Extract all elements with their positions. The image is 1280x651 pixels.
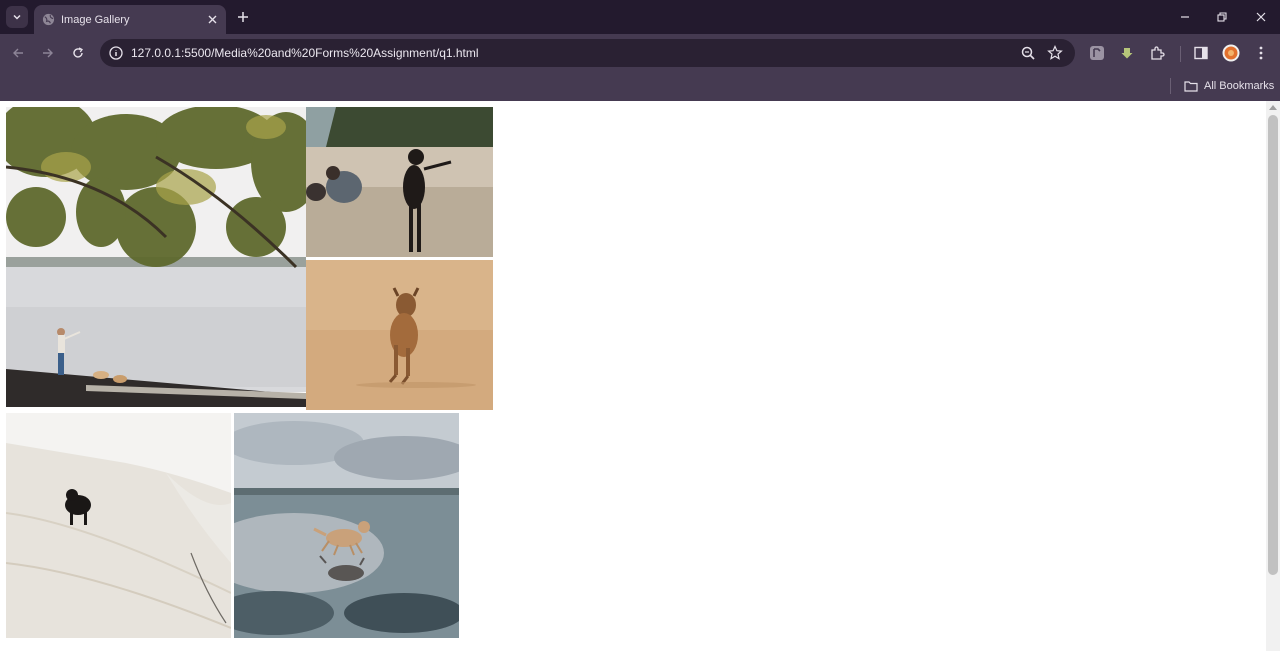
- side-panel-button[interactable]: [1192, 44, 1210, 62]
- close-window-button[interactable]: [1252, 8, 1270, 26]
- new-tab-button[interactable]: [234, 8, 252, 26]
- reflection-dog-photo: [234, 413, 459, 638]
- minimize-icon: [1181, 16, 1189, 18]
- running-brown-dog-photo: [306, 260, 493, 410]
- zoom-icon[interactable]: [1020, 45, 1036, 61]
- extension-app-icon: [1090, 46, 1104, 60]
- beach-black-dog-photo: [306, 107, 493, 257]
- scroll-up-arrow-icon[interactable]: [1269, 105, 1277, 110]
- tab-title: Image Gallery: [61, 13, 130, 26]
- extension-button[interactable]: [1088, 44, 1106, 62]
- tab-search-button[interactable]: [6, 6, 28, 28]
- folder-icon: [1184, 81, 1198, 92]
- kebab-menu-icon: [1259, 46, 1263, 60]
- arrow-left-icon: [13, 48, 23, 58]
- menu-button[interactable]: [1252, 44, 1270, 62]
- avatar-icon: [1222, 44, 1240, 62]
- download-icon: [1121, 48, 1133, 59]
- chevron-down-icon: [13, 14, 21, 20]
- bookmarks-bar: All Bookmarks: [0, 72, 1280, 101]
- restore-icon: [1217, 12, 1227, 22]
- black-dog-sand-photo: [6, 413, 231, 638]
- plus-icon: [238, 12, 248, 22]
- forward-button[interactable]: [38, 43, 58, 63]
- profile-button[interactable]: [1222, 44, 1240, 62]
- bookmarks-divider: [1170, 78, 1171, 94]
- url-text[interactable]: 127.0.0.1:5500/Media%20and%20Forms%20Ass…: [131, 46, 479, 60]
- tree-shore-photo: [6, 107, 306, 407]
- address-bar[interactable]: 127.0.0.1:5500/Media%20and%20Forms%20Ass…: [100, 39, 1075, 67]
- download-button[interactable]: [1118, 44, 1136, 62]
- close-icon: [1256, 12, 1266, 22]
- scroll-thumb[interactable]: [1268, 115, 1278, 575]
- all-bookmarks-button[interactable]: All Bookmarks: [1184, 77, 1274, 95]
- back-button[interactable]: [8, 43, 28, 63]
- globe-icon: [42, 13, 55, 26]
- all-bookmarks-label: All Bookmarks: [1204, 80, 1275, 92]
- page-viewport: [0, 101, 1280, 651]
- page-scrollbar[interactable]: [1266, 101, 1280, 651]
- puzzle-icon: [1151, 46, 1165, 60]
- extensions-button[interactable]: [1148, 44, 1166, 62]
- bookmark-star-icon[interactable]: [1047, 45, 1063, 61]
- minimize-button[interactable]: [1176, 8, 1194, 26]
- reload-icon: [73, 47, 83, 58]
- close-icon: [208, 15, 216, 24]
- active-tab[interactable]: Image Gallery: [34, 5, 226, 34]
- arrow-right-icon: [43, 48, 53, 58]
- info-icon[interactable]: [108, 45, 124, 61]
- toolbar-divider: [1180, 46, 1181, 62]
- tab-close-button[interactable]: [204, 12, 220, 28]
- reload-button[interactable]: [68, 43, 88, 63]
- tab-strip: Image Gallery: [0, 0, 1280, 34]
- restore-button[interactable]: [1213, 8, 1231, 26]
- side-panel-icon: [1194, 46, 1208, 60]
- browser-toolbar: 127.0.0.1:5500/Media%20and%20Forms%20Ass…: [0, 34, 1280, 72]
